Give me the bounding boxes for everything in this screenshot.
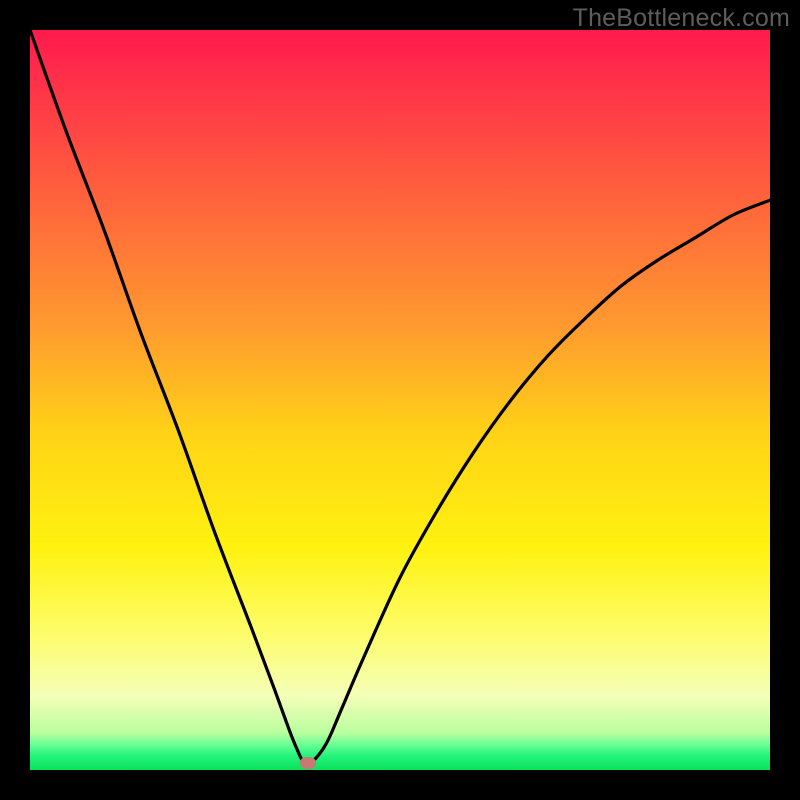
watermark-text: TheBottleneck.com xyxy=(573,4,790,33)
gradient-background xyxy=(30,30,770,770)
plot-svg xyxy=(30,30,770,770)
optimal-point-marker xyxy=(300,757,316,769)
chart-frame: TheBottleneck.com xyxy=(0,0,800,800)
plot-area xyxy=(30,30,770,770)
